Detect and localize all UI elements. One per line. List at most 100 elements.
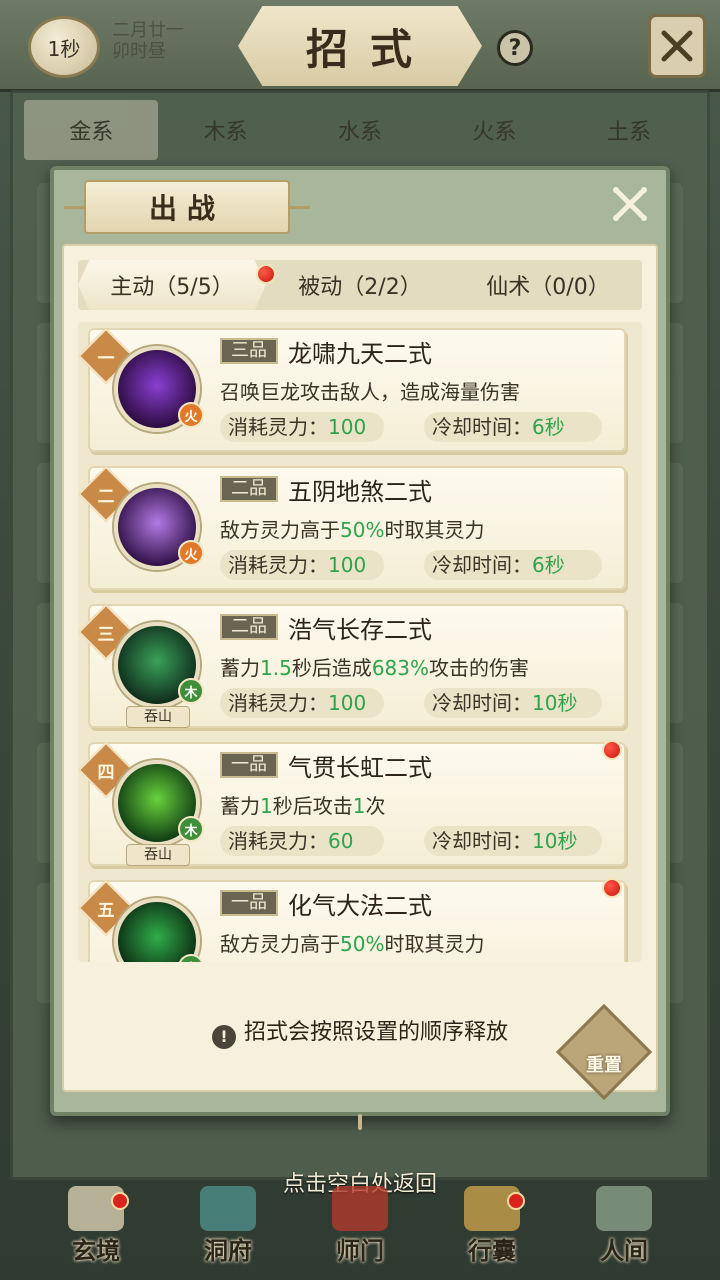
desc-segment: 50% xyxy=(340,932,385,956)
nav-label: 行囊 xyxy=(468,1236,516,1265)
cooldown-value: 6秒 xyxy=(532,415,565,439)
sect-label: 吞山 xyxy=(126,706,190,728)
cost-label: 消耗灵力： xyxy=(228,829,328,853)
nav-label: 师门 xyxy=(336,1236,384,1265)
grade-badge: 二品 xyxy=(220,614,278,640)
notification-dot xyxy=(256,264,276,284)
date-line: 二月廿一 xyxy=(112,20,184,41)
cost-label: 消耗灵力： xyxy=(228,553,328,577)
cost-pill: 消耗灵力：60 xyxy=(220,826,384,856)
cooldown-pill: 冷却时间：6秒 xyxy=(424,550,602,580)
tab-immortal-arts[interactable]: 仙术（0/0） xyxy=(454,260,642,310)
top-bar: 1秒 二月廿一 卯时昼 招式 ? xyxy=(0,0,720,92)
close-icon xyxy=(613,187,647,221)
cost-label: 消耗灵力： xyxy=(228,691,328,715)
cost-value: 100 xyxy=(328,553,367,577)
element-text: 火 xyxy=(184,547,198,563)
game-date: 二月廿一 卯时昼 xyxy=(112,20,184,62)
grade-badge: 一品 xyxy=(220,752,278,778)
skill-name: 浩气长存二式 xyxy=(288,616,432,644)
help-button[interactable]: ? xyxy=(497,30,533,66)
skill-card[interactable]: 三 木 吞山 二品 浩气长存二式 蓄力1.5秒后造成683%攻击的伤害 消耗灵力… xyxy=(78,603,626,728)
nav-item[interactable]: 师门 xyxy=(305,1186,415,1266)
notification-dot xyxy=(507,1192,525,1210)
skill-name: 气贯长虹二式 xyxy=(288,754,432,782)
grade-badge: 一品 xyxy=(220,890,278,916)
bottom-nav: 玄境 洞府 师门 行囊 人间 xyxy=(0,1180,720,1280)
timer-badge: 1秒 xyxy=(28,16,100,78)
element-badge: 木 xyxy=(178,816,204,842)
desc-segment: 敌方灵力高于 xyxy=(220,518,340,542)
nav-item[interactable]: 人间 xyxy=(569,1186,679,1266)
element-tabs: 金系 木系 水系 火系 土系 xyxy=(24,100,696,160)
desc-segment: 蓄力 xyxy=(220,794,260,818)
skill-card[interactable]: 二 火 二品 五阴地煞二式 敌方灵力高于50%时取其灵力 消耗灵力：100 冷却… xyxy=(78,465,626,590)
cost-label: 消耗灵力： xyxy=(228,415,328,439)
desc-segment: 683% xyxy=(371,656,429,680)
scroll-indicator xyxy=(358,1114,362,1130)
tab-fire[interactable]: 火系 xyxy=(427,100,561,160)
cost-pill: 消耗灵力：100 xyxy=(220,688,384,718)
grade-badge: 二品 xyxy=(220,476,278,502)
nav-label: 洞府 xyxy=(204,1236,252,1265)
tab-water[interactable]: 水系 xyxy=(293,100,427,160)
cost-value: 60 xyxy=(328,829,354,853)
desc-segment: 50% xyxy=(340,518,385,542)
notification-dot xyxy=(602,878,622,898)
desc-segment: 1.5 xyxy=(260,656,292,680)
desc-segment: 1 xyxy=(260,794,273,818)
element-text: 木 xyxy=(184,685,198,701)
element-text: 木 xyxy=(184,823,198,839)
sect-label: 吞山 xyxy=(126,844,190,866)
nav-item[interactable]: 玄境 xyxy=(41,1186,151,1266)
cost-value: 100 xyxy=(328,691,367,715)
close-button[interactable] xyxy=(648,14,706,78)
desc-segment: 敌方灵力高于 xyxy=(220,932,340,956)
element-text: 木 xyxy=(184,958,197,963)
tab-metal[interactable]: 金系 xyxy=(24,100,159,160)
tab-label: 仙术（0/0） xyxy=(486,275,610,300)
timer-text: 1秒 xyxy=(47,36,81,61)
cooldown-pill: 冷却时间：6秒 xyxy=(424,412,602,442)
desc-segment: 蓄力 xyxy=(220,656,260,680)
deploy-modal: 出战 主动（5/5） 被动（2/2） 仙术（0/0） 一 火 三品 龙啸九天二式… xyxy=(50,166,670,1130)
tab-passive-skills[interactable]: 被动（2/2） xyxy=(266,260,454,310)
desc-segment: 秒后攻击 xyxy=(272,794,353,818)
skill-description: 蓄力1.5秒后造成683%攻击的伤害 xyxy=(220,652,529,681)
skill-name: 龙啸九天二式 xyxy=(288,340,432,368)
desc-segment: 次 xyxy=(365,794,386,818)
nav-item[interactable]: 洞府 xyxy=(173,1186,283,1266)
skill-card[interactable]: 四 木 吞山 一品 气贯长虹二式 蓄力1秒后攻击1次 消耗灵力：60 冷却时间：… xyxy=(78,740,626,866)
skill-name: 化气大法二式 xyxy=(288,892,432,920)
cooldown-pill: 冷却时间：10秒 xyxy=(424,826,602,856)
cost-pill: 消耗灵力：100 xyxy=(220,412,384,442)
page-title: 招式 xyxy=(238,6,482,86)
cooldown-value: 6秒 xyxy=(532,553,565,577)
skill-description: 蓄力1秒后攻击1次 xyxy=(220,790,385,819)
tab-active-skills[interactable]: 主动（5/5） xyxy=(78,260,266,310)
nav-icon xyxy=(200,1186,256,1231)
desc-segment: 1 xyxy=(352,794,366,818)
modal-close-button[interactable] xyxy=(608,182,652,226)
nav-icon xyxy=(332,1186,388,1231)
tab-label: 被动（2/2） xyxy=(298,275,422,300)
modal-body: 主动（5/5） 被动（2/2） 仙术（0/0） 一 火 三品 龙啸九天二式 召唤… xyxy=(62,244,658,1101)
cooldown-label: 冷却时间： xyxy=(432,691,532,715)
tab-earth[interactable]: 土系 xyxy=(562,100,696,160)
tab-wood[interactable]: 木系 xyxy=(158,100,292,160)
element-badge: 火 xyxy=(178,402,204,428)
cooldown-label: 冷却时间： xyxy=(432,829,532,853)
skill-card[interactable]: 一 火 三品 龙啸九天二式 召唤巨龙攻击敌人，造成海量伤害 消耗灵力：100 冷… xyxy=(78,327,626,452)
nav-item[interactable]: 行囊 xyxy=(437,1186,547,1266)
desc-segment: 秒后造成 xyxy=(291,656,372,680)
cooldown-value: 10秒 xyxy=(532,829,578,853)
cooldown-value: 10秒 xyxy=(532,691,578,715)
skill-list[interactable]: 一 火 三品 龙啸九天二式 召唤巨龙攻击敌人，造成海量伤害 消耗灵力：100 冷… xyxy=(78,322,642,962)
skill-description: 敌方灵力高于50%时取其灵力 xyxy=(220,928,484,957)
skill-card[interactable]: 五 木 一品 化气大法二式 敌方灵力高于50%时取其灵力 xyxy=(78,878,626,963)
cost-value: 100 xyxy=(328,415,367,439)
element-badge: 木 xyxy=(178,678,204,704)
element-badge: 火 xyxy=(178,540,204,566)
cooldown-label: 冷却时间： xyxy=(432,553,532,577)
desc-segment: 时取其灵力 xyxy=(384,518,485,542)
